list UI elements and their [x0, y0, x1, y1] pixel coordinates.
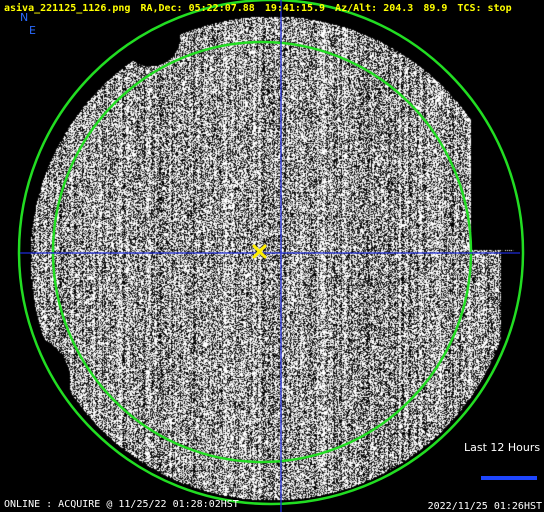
az-value: 204.3	[383, 3, 414, 14]
radec-label: RA,Dec:	[140, 3, 183, 14]
alt-value: 89.9	[423, 3, 448, 14]
image-timestamp: 2022/11/25 01:26HST	[427, 501, 542, 512]
outer-field-circle	[17, 0, 525, 506]
ra-value: 05:22:07.88	[188, 3, 255, 14]
status-header: asiva_221125_1126.png RA,Dec: 05:22:07.88 1…	[4, 3, 522, 15]
azalt-label: Az/Alt:	[335, 3, 378, 14]
overlay-layer	[17, 0, 525, 512]
compass-north-label: N	[20, 11, 29, 24]
track-legend-label: Last 12 Hours	[464, 441, 541, 454]
compass-east-label: E	[29, 24, 36, 37]
dec-value: 19:41:15.9	[264, 3, 326, 14]
track-legend-bar	[481, 476, 537, 480]
acquire-status: ONLINE : ACQUIRE @ 11/25/22 01:28:02HST	[4, 499, 239, 510]
target-x-icon	[252, 244, 267, 259]
tcs-status: TCS: stop	[457, 3, 512, 14]
